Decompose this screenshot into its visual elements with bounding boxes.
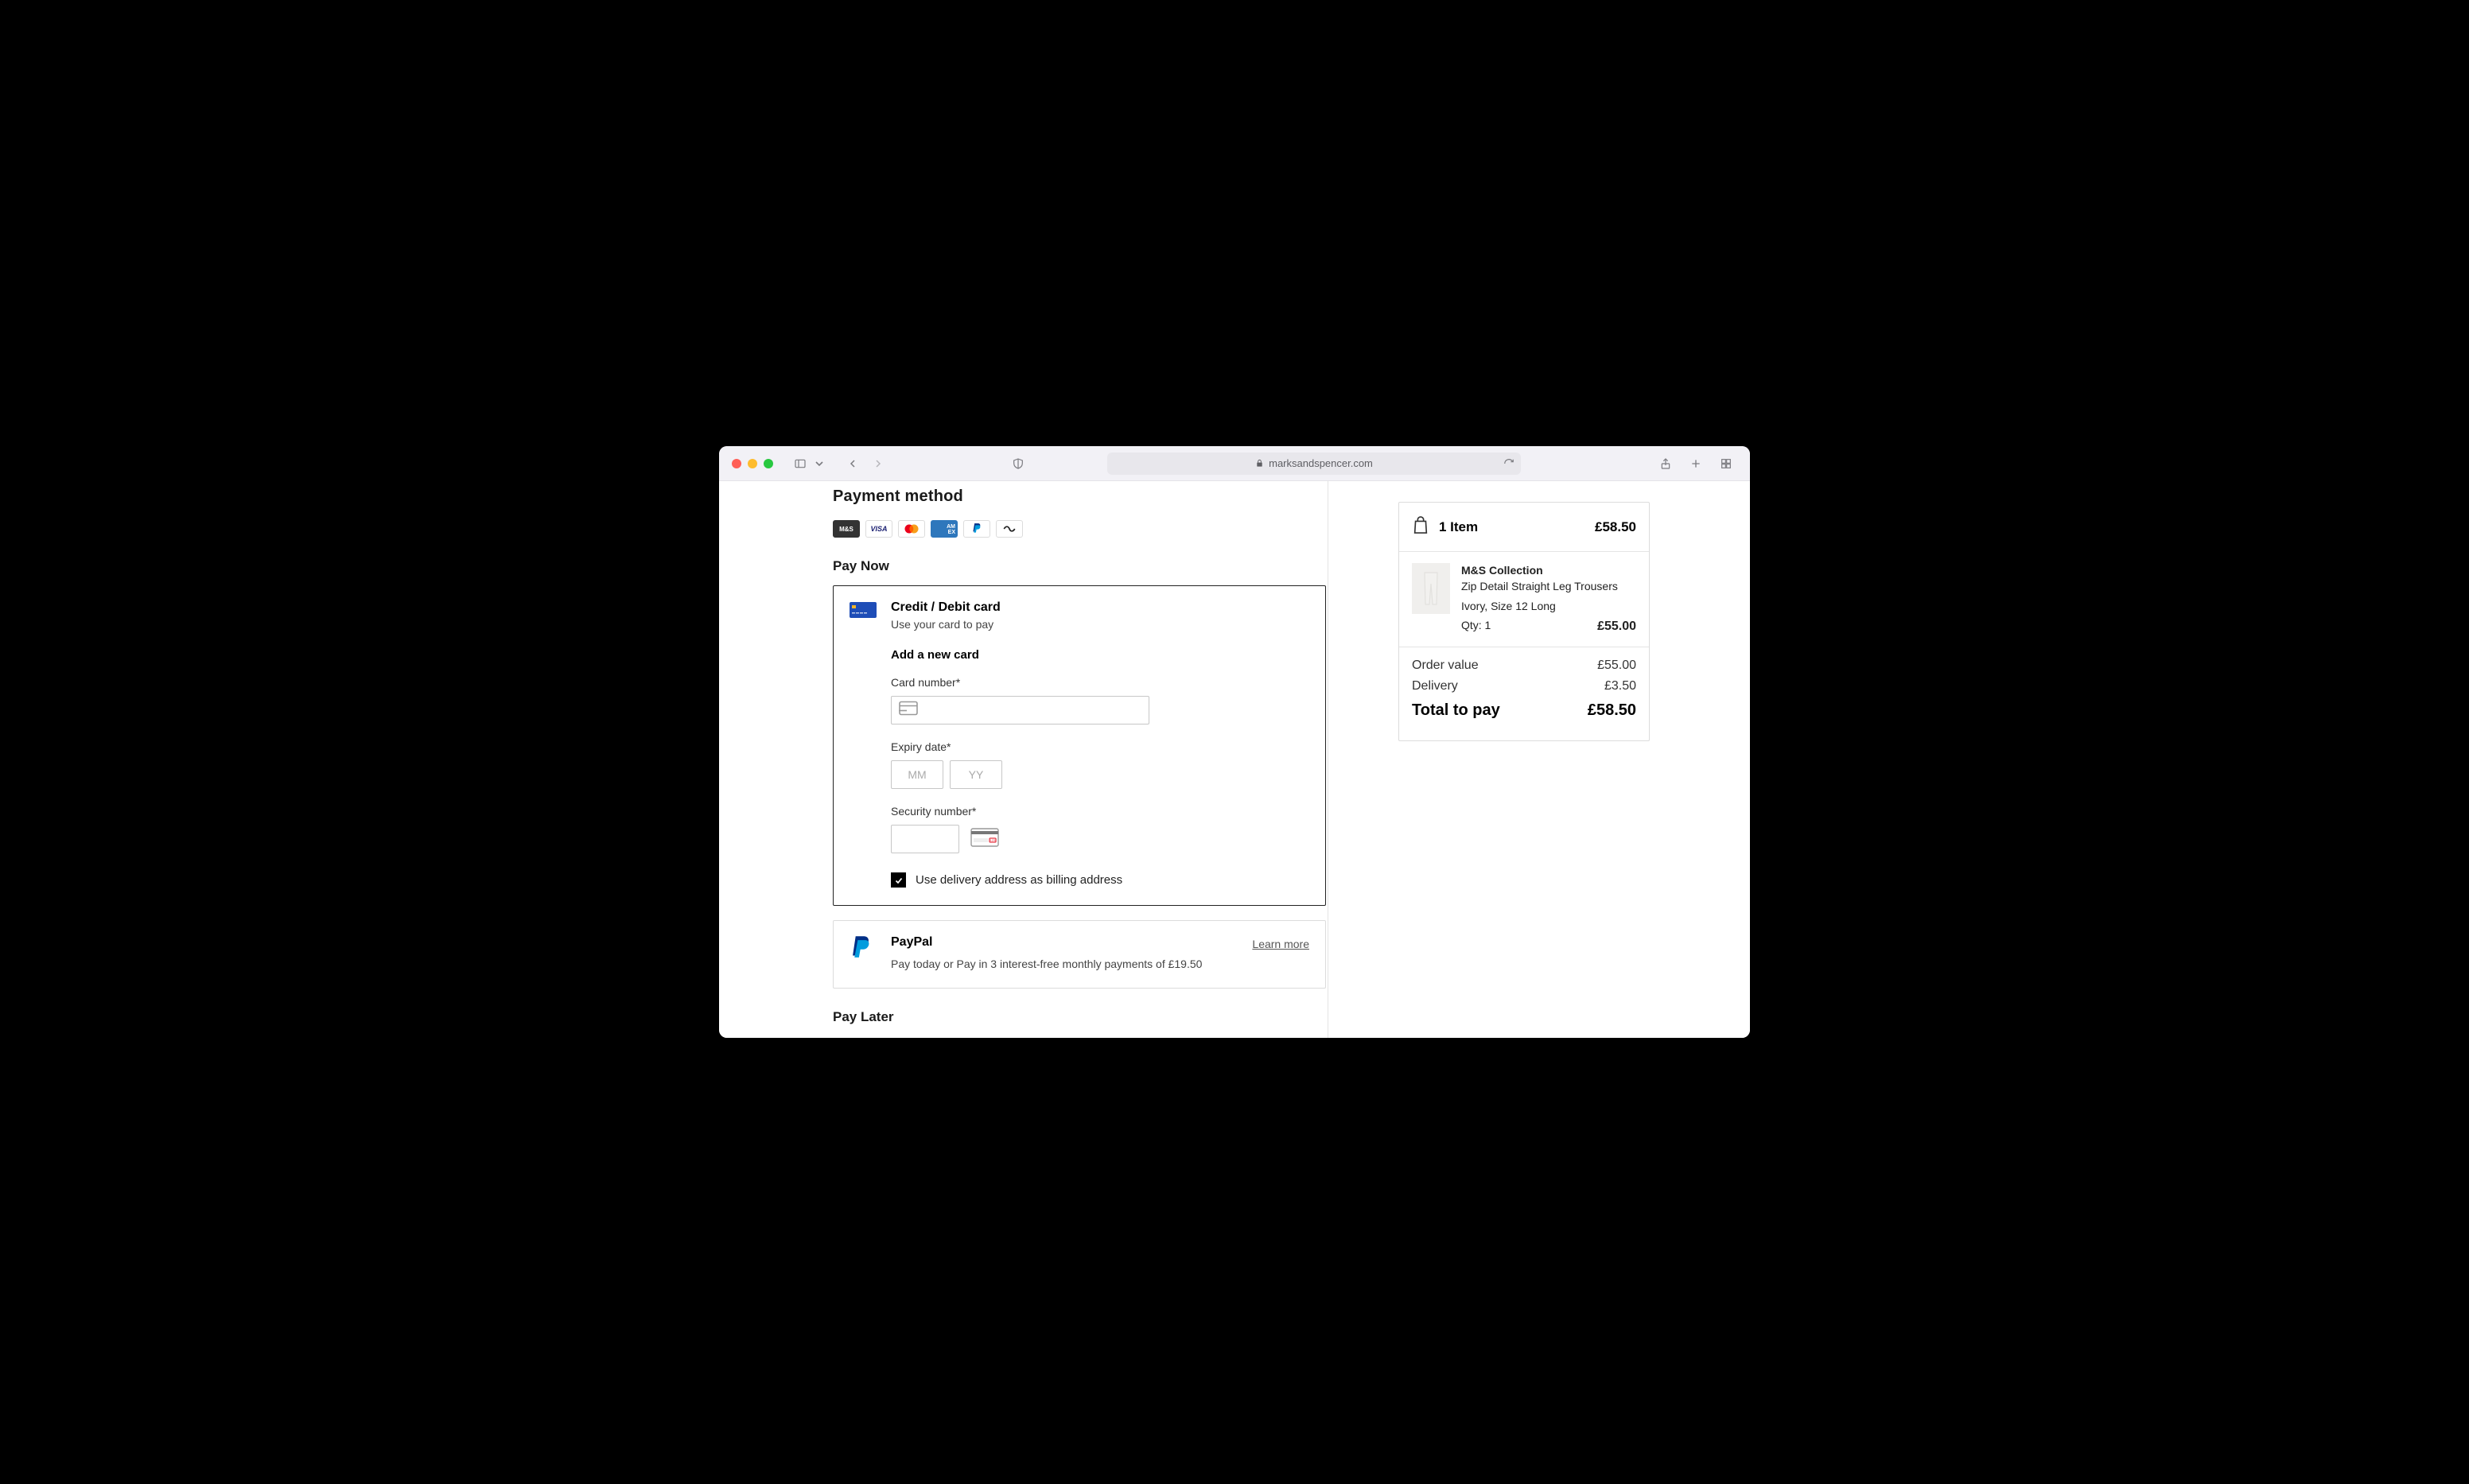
pay-now-heading: Pay Now xyxy=(833,558,1326,574)
card-option-desc: Use your card to pay xyxy=(891,618,1309,631)
page-body: Payment method M&S VISA AM EX Pay Now xyxy=(719,481,1750,1038)
total-value: £58.50 xyxy=(1588,701,1636,720)
card-outline-icon xyxy=(899,701,918,720)
minimize-window-button[interactable] xyxy=(748,459,757,468)
order-summary-box: 1 Item £58.50 M&S Collection Zip Detail … xyxy=(1398,502,1650,741)
plus-icon xyxy=(1689,457,1702,470)
share-button[interactable] xyxy=(1654,453,1677,475)
address-bar[interactable]: marksandspencer.com xyxy=(1107,453,1521,475)
amex-icon: AM EX xyxy=(931,520,958,538)
close-window-button[interactable] xyxy=(732,459,741,468)
sidebar-toggle-button[interactable] xyxy=(789,453,811,475)
sidebar-dropdown-button[interactable] xyxy=(813,453,826,475)
chevron-left-icon xyxy=(846,457,859,470)
card-number-input[interactable] xyxy=(891,696,1149,725)
summary-header[interactable]: 1 Item £58.50 xyxy=(1399,503,1649,551)
order-value-label: Order value xyxy=(1412,658,1479,673)
item-brand: M&S Collection xyxy=(1461,563,1636,579)
ms-card-icon: M&S xyxy=(833,520,860,538)
visa-icon: VISA xyxy=(865,520,892,538)
sidebar-icon xyxy=(794,457,807,470)
grid-icon xyxy=(1720,457,1732,470)
paypal-option-title: PayPal xyxy=(891,935,932,950)
add-card-heading: Add a new card xyxy=(891,648,1309,662)
tab-overview-button[interactable] xyxy=(1715,453,1737,475)
total-label: Total to pay xyxy=(1412,701,1500,720)
paypal-icon xyxy=(963,520,990,538)
card-payment-option[interactable]: Credit / Debit card Use your card to pay… xyxy=(833,585,1326,906)
expiry-year-input[interactable] xyxy=(950,760,1002,789)
billing-checkbox[interactable] xyxy=(891,872,906,888)
summary-item-count: 1 Item xyxy=(1439,519,1585,535)
cvv-hint-icon: 123 xyxy=(970,828,999,851)
security-code-input[interactable] xyxy=(891,825,959,853)
chevron-down-icon xyxy=(813,457,826,470)
maximize-window-button[interactable] xyxy=(764,459,773,468)
pay-later-heading: Pay Later xyxy=(833,1009,1326,1025)
check-icon xyxy=(894,876,904,885)
item-qty: Qty: 1 xyxy=(1461,618,1491,635)
delivery-value: £3.50 xyxy=(1604,679,1636,693)
mastercard-icon xyxy=(898,520,925,538)
billing-checkbox-label: Use delivery address as billing address xyxy=(916,873,1122,887)
window-controls xyxy=(732,459,773,468)
bag-icon xyxy=(1412,515,1429,538)
payment-method-heading: Payment method xyxy=(833,488,1326,506)
card-number-label: Card number* xyxy=(891,676,1309,689)
lock-icon xyxy=(1255,459,1264,468)
card-form: Add a new card Card number* Expiry date* xyxy=(891,648,1309,888)
item-price: £55.00 xyxy=(1597,618,1636,635)
paypal-logo-icon xyxy=(850,935,877,970)
chevron-right-icon xyxy=(872,457,885,470)
browser-window: marksandspencer.com Payment method M&S V… xyxy=(719,446,1750,1038)
svg-text:123: 123 xyxy=(990,838,996,842)
order-value: £55.00 xyxy=(1597,658,1636,673)
paypal-payment-option[interactable]: PayPal Learn more Pay today or Pay in 3 … xyxy=(833,920,1326,989)
order-summary-column: 1 Item £58.50 M&S Collection Zip Detail … xyxy=(1328,481,1750,1038)
credit-card-icon xyxy=(850,600,877,888)
payment-column: Payment method M&S VISA AM EX Pay Now xyxy=(719,481,1328,1038)
paypal-learn-more-link[interactable]: Learn more xyxy=(1252,938,1309,950)
shield-icon xyxy=(1012,457,1025,470)
item-variant: Ivory, Size 12 Long xyxy=(1461,599,1636,615)
paypal-option-desc: Pay today or Pay in 3 interest-free mont… xyxy=(891,958,1309,970)
security-label: Security number* xyxy=(891,805,1309,818)
accepted-payment-icons: M&S VISA AM EX xyxy=(833,520,1326,538)
privacy-shield-button[interactable] xyxy=(1007,453,1029,475)
summary-header-price: £58.50 xyxy=(1595,519,1636,535)
refresh-icon[interactable] xyxy=(1503,458,1514,469)
nav-back-button[interactable] xyxy=(842,453,864,475)
expiry-label: Expiry date* xyxy=(891,740,1309,753)
item-thumbnail xyxy=(1412,563,1450,614)
new-tab-button[interactable] xyxy=(1685,453,1707,475)
clearpay-icon xyxy=(996,520,1023,538)
address-url: marksandspencer.com xyxy=(1269,457,1373,469)
share-icon xyxy=(1659,457,1672,470)
nav-forward-button[interactable] xyxy=(867,453,889,475)
delivery-label: Delivery xyxy=(1412,679,1458,693)
billing-address-checkbox-row[interactable]: Use delivery address as billing address xyxy=(891,872,1309,888)
expiry-month-input[interactable] xyxy=(891,760,943,789)
card-option-title: Credit / Debit card xyxy=(891,600,1309,615)
browser-toolbar: marksandspencer.com xyxy=(719,446,1750,481)
summary-line-item: M&S Collection Zip Detail Straight Leg T… xyxy=(1399,552,1649,647)
item-name: Zip Detail Straight Leg Trousers xyxy=(1461,579,1636,595)
